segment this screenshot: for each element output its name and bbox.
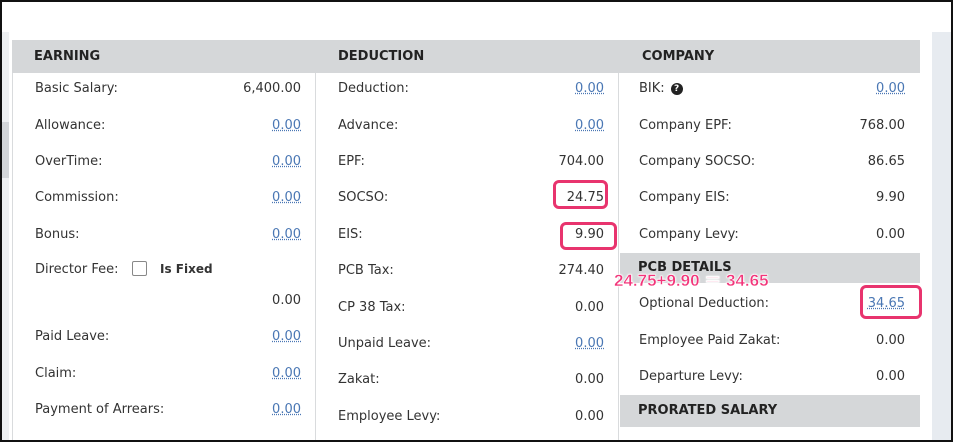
allowance-link[interactable]: 0.00: [272, 118, 301, 133]
company-levy-value: 0.00: [876, 227, 905, 242]
is-fixed-checkbox[interactable]: [132, 261, 147, 276]
right-scroll-strip[interactable]: [932, 32, 951, 440]
unpaid-leave-link[interactable]: 0.00: [575, 336, 604, 351]
column-divider-2: [618, 73, 619, 440]
paid-leave-link[interactable]: 0.00: [272, 329, 301, 344]
basic-salary-label: Basic Salary:: [35, 81, 118, 96]
departure-levy-label: Departure Levy:: [639, 369, 743, 384]
commission-label: Commission:: [35, 190, 119, 205]
company-epf-label: Company EPF:: [639, 118, 732, 133]
formula-annotation: 24.75+9.90 ＝ 34.65: [614, 271, 769, 290]
cp38-tax-value: 0.00: [575, 300, 604, 315]
payroll-panel: EARNING DEDUCTION COMPANY Basic Salary: …: [12, 32, 922, 440]
company-socso-label: Company SOCSO:: [639, 154, 756, 169]
bonus-label: Bonus:: [35, 227, 80, 242]
column-divider-1: [315, 73, 316, 440]
company-socso-value: 86.65: [867, 154, 905, 169]
departure-levy-value: 0.00: [876, 369, 905, 384]
optional-deduction-label: Optional Deduction:: [639, 296, 770, 311]
epf-label: EPF:: [338, 154, 365, 169]
bonus-link[interactable]: 0.00: [272, 227, 301, 242]
advance-label: Advance:: [338, 118, 399, 133]
director-fee-value: 0.00: [272, 293, 301, 308]
socso-highlight-box: [553, 180, 608, 209]
zakat-label: Zakat:: [338, 372, 380, 387]
optional-deduction-highlight-box: [860, 285, 922, 319]
commission-link[interactable]: 0.00: [272, 190, 301, 205]
overtime-label: OverTime:: [35, 154, 103, 169]
basic-salary-value: 6,400.00: [243, 81, 301, 96]
socso-label: SOCSO:: [338, 190, 389, 205]
advance-link[interactable]: 0.00: [575, 118, 604, 133]
company-header: COMPANY: [620, 40, 920, 73]
deduction-link[interactable]: 0.00: [575, 81, 604, 96]
payment-of-arrears-link[interactable]: 0.00: [272, 402, 301, 417]
top-blank-area: [2, 2, 951, 32]
left-edge-marker: [2, 122, 9, 178]
epf-value: 704.00: [558, 154, 605, 169]
cp38-tax-label: CP 38 Tax:: [338, 300, 406, 315]
pcb-tax-value: 274.40: [558, 263, 605, 278]
paid-leave-label: Paid Leave:: [35, 329, 110, 344]
earning-header: EARNING: [12, 40, 316, 73]
prorated-salary-header: PRORATED SALARY: [620, 395, 920, 427]
question-circle-icon[interactable]: ?: [670, 82, 683, 95]
claim-link[interactable]: 0.00: [272, 366, 301, 381]
is-fixed-label: Is Fixed: [160, 262, 213, 276]
deduction-label: Deduction:: [338, 81, 409, 96]
pcb-tax-label: PCB Tax:: [338, 263, 394, 278]
eis-label: EIS:: [338, 227, 363, 242]
payment-of-arrears-label: Payment of Arrears:: [35, 402, 165, 417]
bik-label-text: BIK:: [639, 81, 665, 96]
claim-label: Claim:: [35, 366, 77, 381]
screenshot-frame: EARNING DEDUCTION COMPANY Basic Salary: …: [0, 0, 953, 442]
eis-highlight-box: [560, 222, 617, 250]
director-fee-label: Director Fee:: [35, 262, 119, 277]
employee-levy-value: 0.00: [575, 409, 604, 424]
employee-levy-label: Employee Levy:: [338, 409, 441, 424]
bik-label: BIK:?: [639, 81, 683, 96]
earning-left-border: [12, 73, 13, 440]
company-eis-label: Company EIS:: [639, 190, 730, 205]
deduction-header: DEDUCTION: [316, 40, 620, 73]
bik-link[interactable]: 0.00: [876, 81, 905, 96]
company-epf-value: 768.00: [859, 118, 906, 133]
employee-paid-zakat-label: Employee Paid Zakat:: [639, 333, 781, 348]
company-eis-value: 9.90: [876, 190, 905, 205]
left-edge-strip: [2, 32, 9, 440]
overtime-link[interactable]: 0.00: [272, 154, 301, 169]
employee-paid-zakat-value: 0.00: [876, 333, 905, 348]
company-levy-label: Company Levy:: [639, 227, 739, 242]
allowance-label: Allowance:: [35, 118, 106, 133]
zakat-value: 0.00: [575, 372, 604, 387]
unpaid-leave-label: Unpaid Leave:: [338, 336, 432, 351]
